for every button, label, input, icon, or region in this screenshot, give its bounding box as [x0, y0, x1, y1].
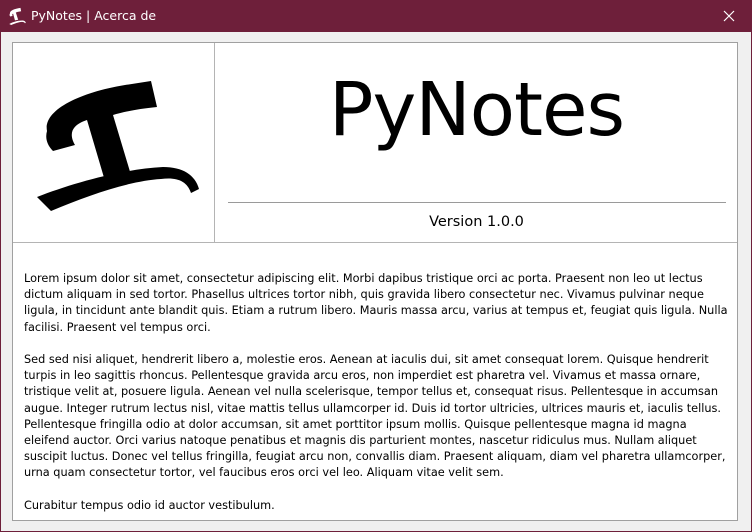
about-description: Lorem ipsum dolor sit amet, consectetur … — [24, 271, 730, 530]
about-panel: PyNotes Version 1.0.0 Lorem ipsum dolor … — [12, 42, 738, 521]
pynotes-logo-icon — [37, 81, 199, 211]
title-bar[interactable]: PyNotes | Acerca de — [0, 0, 752, 32]
about-paragraph: Curabitur tempus odio id auctor vestibul… — [24, 498, 275, 512]
pynotes-logo-icon — [9, 7, 26, 25]
app-name-heading: PyNotes — [328, 67, 625, 153]
logo-cell — [13, 43, 215, 242]
close-button[interactable] — [706, 0, 752, 32]
title-divider — [228, 202, 726, 203]
version-label: Version 1.0.0 — [429, 214, 524, 230]
about-paragraph: Sed sed nisi aliquet, hendrerit libero a… — [24, 353, 726, 480]
window-client-area: PyNotes Version 1.0.0 Lorem ipsum dolor … — [1, 32, 751, 531]
about-paragraph: Lorem ipsum dolor sit amet, consectetur … — [24, 272, 728, 334]
close-icon — [723, 10, 735, 22]
header-divider — [13, 242, 737, 243]
window-title: PyNotes | Acerca de — [31, 8, 157, 23]
